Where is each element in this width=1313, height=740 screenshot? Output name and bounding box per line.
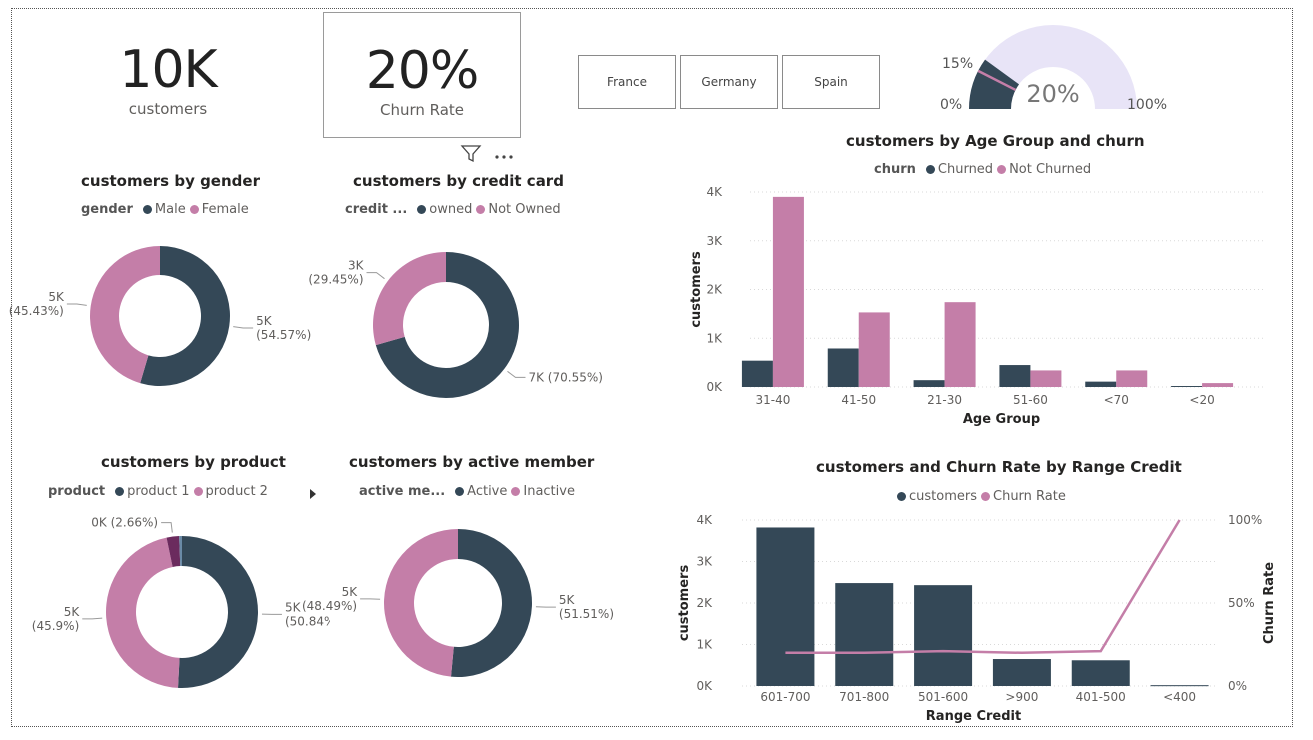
y2-tick-label: 100% — [1228, 513, 1262, 527]
y-axis-title: customers — [689, 251, 704, 328]
legend-item-not-churned: Not Churned — [1009, 162, 1092, 177]
y-tick-label: 1K — [696, 638, 713, 652]
legend-swatch-churn-rate — [981, 492, 990, 501]
y-tick-label: 4K — [706, 185, 723, 199]
slicer-option-spain[interactable]: Spain — [782, 55, 880, 109]
x-tick-label: 31-40 — [755, 393, 790, 407]
bar-900[interactable] — [992, 659, 1051, 686]
y-tick-label: 3K — [706, 234, 723, 248]
data-label-inactive: 5K (48.49%) — [302, 585, 358, 613]
y-tick-label: 3K — [696, 555, 713, 569]
data-label-active: 5K (51.51%) — [559, 593, 614, 621]
bar-701-800[interactable] — [835, 583, 894, 686]
y-tick-label: 2K — [706, 283, 723, 297]
gauge-target-label: 15% — [942, 56, 973, 72]
x-tick-label: 41-50 — [841, 393, 876, 407]
churn-gauge: 20% 0% 100% 15% — [940, 25, 1167, 113]
age-group-chart-title: customers by Age Group and churn — [846, 132, 1145, 150]
y-tick-label: 2K — [696, 596, 713, 610]
y2-tick-label: 0% — [1228, 679, 1247, 693]
bar-400[interactable] — [1150, 685, 1209, 687]
x-tick-label: 401-500 — [1076, 690, 1126, 704]
legend-swatch-not-churned — [997, 165, 1007, 174]
active-member-donut-chart[interactable]: 5K (51.51%) 5K (48.49%) — [0, 0, 620, 720]
x-tick-label: 701-800 — [839, 690, 889, 704]
y2-axis-title: Churn Rate — [1262, 562, 1277, 644]
bar-70-churned[interactable] — [1085, 381, 1117, 387]
bar-51-60-churned[interactable] — [999, 365, 1031, 387]
age-group-legend: churn Churned Not Churned — [874, 162, 1091, 177]
range-credit-legend: customers Churn Rate — [893, 489, 1066, 504]
bar-20-not-churned[interactable] — [1202, 383, 1234, 387]
donut-slice-inactive[interactable] — [383, 529, 458, 677]
legend-item-churn-rate: Churn Rate — [993, 489, 1066, 504]
bar-21-30-not-churned[interactable] — [944, 302, 976, 387]
gauge-max-label: 100% — [1127, 97, 1167, 113]
legend-item-churned: Churned — [937, 162, 994, 177]
legend-swatch-customers — [897, 492, 906, 501]
x-tick-label: 21-30 — [927, 393, 962, 407]
gauge-min-label: 0% — [940, 97, 962, 113]
x-tick-label: 51-60 — [1013, 393, 1048, 407]
legend-swatch-churned — [925, 165, 935, 174]
x-tick-label: <400 — [1163, 690, 1196, 704]
bar-41-50-churned[interactable] — [827, 348, 859, 387]
bar-601-700[interactable] — [756, 527, 815, 686]
gauge-value-label: 20% — [1026, 80, 1079, 108]
x-axis-title: Range Credit — [926, 709, 1021, 724]
bar-41-50-not-churned[interactable] — [858, 312, 890, 387]
bar-51-60-not-churned[interactable] — [1030, 370, 1062, 387]
y-tick-label: 4K — [696, 513, 713, 527]
bar-31-40-churned[interactable] — [741, 360, 773, 387]
bar-20-churned[interactable] — [1171, 386, 1203, 387]
legend-title: churn — [874, 162, 916, 177]
y-tick-label: 0K — [696, 679, 713, 693]
y-axis-title: customers — [677, 565, 692, 642]
slicer-option-germany[interactable]: Germany — [680, 55, 778, 109]
range-credit-combo-chart[interactable]: 0K 1K 2K 3K 4K 0% 50% 100% 601-700 701-800 501-600… — [670, 505, 1290, 730]
x-tick-label: >900 — [1005, 690, 1038, 704]
bar-21-30-churned[interactable] — [913, 380, 945, 387]
y-tick-label: 0K — [706, 380, 723, 394]
y-tick-label: 1K — [706, 331, 723, 345]
y2-tick-label: 50% — [1228, 596, 1255, 610]
bar-401-500[interactable] — [1071, 660, 1130, 686]
bar-31-40-not-churned[interactable] — [772, 196, 804, 387]
x-tick-label: 501-600 — [918, 690, 968, 704]
legend-item-customers: customers — [909, 489, 977, 504]
bar-501-600[interactable] — [914, 585, 973, 686]
x-tick-label: <70 — [1104, 393, 1129, 407]
x-tick-label: <20 — [1189, 393, 1214, 407]
bar-70-not-churned[interactable] — [1116, 370, 1148, 387]
x-axis-title: Age Group — [963, 412, 1040, 427]
x-tick-label: 601-700 — [760, 690, 810, 704]
donut-slice-active[interactable] — [450, 529, 532, 677]
age-group-column-chart[interactable]: 0K 1K 2K 3K 4K 31-40 41-50 21-30 51-60 <70 <20 Age … — [680, 180, 1280, 435]
range-credit-chart-title: customers and Churn Rate by Range Credit — [816, 458, 1182, 476]
